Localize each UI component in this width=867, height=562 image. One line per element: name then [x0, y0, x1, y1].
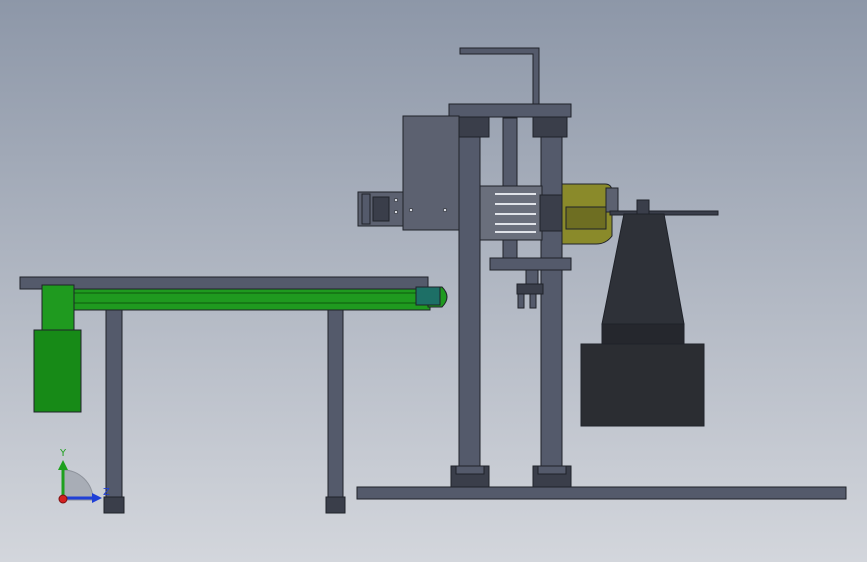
column-right-head [532, 116, 568, 138]
mounting-plate [402, 115, 460, 231]
clamp-bolt-3 [409, 208, 413, 212]
clamp-bracket-lip [361, 193, 371, 225]
conveyor-assembly [19, 276, 448, 514]
gearbox-face [565, 206, 607, 230]
hopper-arm-post [636, 199, 650, 215]
z-axis-arrow [92, 493, 102, 503]
gripper-finger-left [517, 293, 525, 309]
z-axis-label: Z [103, 487, 110, 498]
conveyor-leg-right-foot [325, 496, 346, 514]
plate-bolt [443, 208, 447, 212]
top-plate [448, 103, 572, 118]
gripper-finger-right [529, 293, 537, 309]
hopper-neck [601, 323, 685, 345]
cad-viewport[interactable]: Y Z [0, 0, 867, 562]
conveyor-belt [41, 288, 431, 311]
hopper-base [580, 343, 705, 427]
conveyor-leg-left-foot [103, 496, 125, 514]
conveyor-leg-right [327, 307, 344, 514]
hopper-cone [601, 213, 685, 325]
y-axis-label: Y [59, 448, 67, 459]
y-axis-arrow [58, 460, 68, 470]
conveyor-leg-left [105, 307, 123, 514]
conveyor-motor-body [33, 329, 82, 413]
column-right-foot-collar [537, 465, 567, 475]
clamp-bolt-2 [394, 210, 398, 214]
triad-arc [62, 469, 94, 501]
column-right [540, 119, 563, 467]
x-axis-dot [58, 494, 68, 504]
clamp-bolt-1 [394, 198, 398, 202]
conveyor-teal-endcap [415, 286, 441, 306]
hook-bracket [459, 47, 540, 105]
base-plate [356, 486, 847, 500]
gripper-stem [525, 269, 539, 285]
clamp-jaw [372, 196, 390, 222]
cross-plate [489, 257, 572, 271]
coordinate-triad: Y Z [58, 448, 110, 504]
assembly-drawing: Y Z [19, 47, 847, 514]
gearbox-cap [605, 187, 619, 213]
gripper-body [516, 283, 544, 295]
column-left [458, 119, 481, 467]
conveyor-top-rail [19, 276, 429, 290]
column-left-head [454, 116, 490, 138]
conveyor-motor-head [41, 284, 75, 331]
column-left-foot-collar [455, 465, 485, 475]
